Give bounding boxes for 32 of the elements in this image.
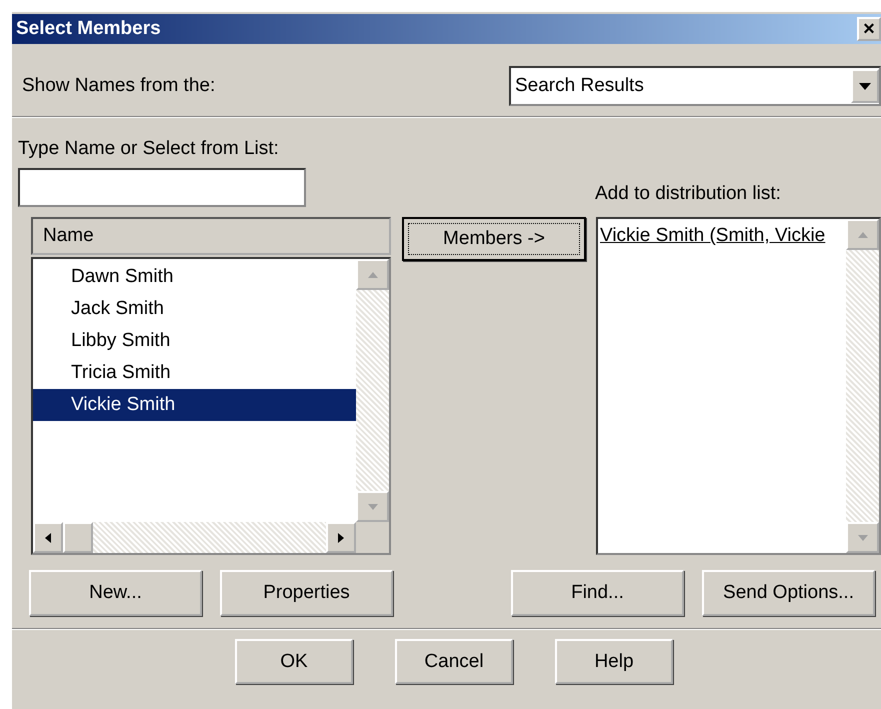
scroll-left-icon[interactable] (33, 522, 63, 553)
vertical-scrollbar[interactable] (846, 219, 879, 553)
member-entry[interactable]: Vickie Smith (Smith, Vickie (598, 221, 846, 247)
type-name-label: Type Name or Select from List: (17, 137, 280, 160)
horizontal-scrollbar[interactable] (33, 522, 389, 553)
action-button[interactable]: New... (29, 570, 202, 616)
show-names-label: Show Names from the: (22, 75, 216, 97)
scroll-down-icon[interactable] (846, 522, 879, 553)
vertical-scrollbar[interactable] (356, 259, 389, 522)
close-button[interactable]: × (857, 17, 881, 41)
members-button[interactable]: Members -> (402, 217, 586, 261)
action-button[interactable]: Properties (220, 570, 393, 616)
dialog-button[interactable]: Help (555, 639, 673, 684)
name-list-item[interactable]: Vickie Smith (33, 389, 356, 421)
scroll-right-icon[interactable] (326, 522, 356, 553)
action-button[interactable]: Find... (511, 570, 684, 616)
scrollbar-corner (356, 522, 389, 553)
scroll-thumb[interactable] (63, 522, 93, 553)
name-list-item[interactable]: Libby Smith (33, 325, 356, 357)
dialog-button[interactable]: OK (235, 639, 353, 684)
column-header[interactable]: Name (31, 217, 391, 255)
name-list-item[interactable]: Jack Smith (33, 293, 356, 325)
scroll-up-icon[interactable] (356, 259, 389, 290)
name-list-item[interactable]: Tricia Smith (33, 357, 356, 389)
name-input-field[interactable] (18, 168, 306, 207)
dialog-button[interactable]: Cancel (395, 639, 513, 684)
scroll-up-icon[interactable] (846, 219, 879, 250)
name-list-item[interactable]: Dawn Smith (33, 261, 356, 293)
distribution-list-label: Add to distribution list: (595, 183, 781, 205)
action-button[interactable]: Send Options... (702, 570, 875, 616)
address-book-dropdown[interactable]: Search Results (509, 66, 881, 106)
window-title: Select Members (16, 18, 161, 40)
